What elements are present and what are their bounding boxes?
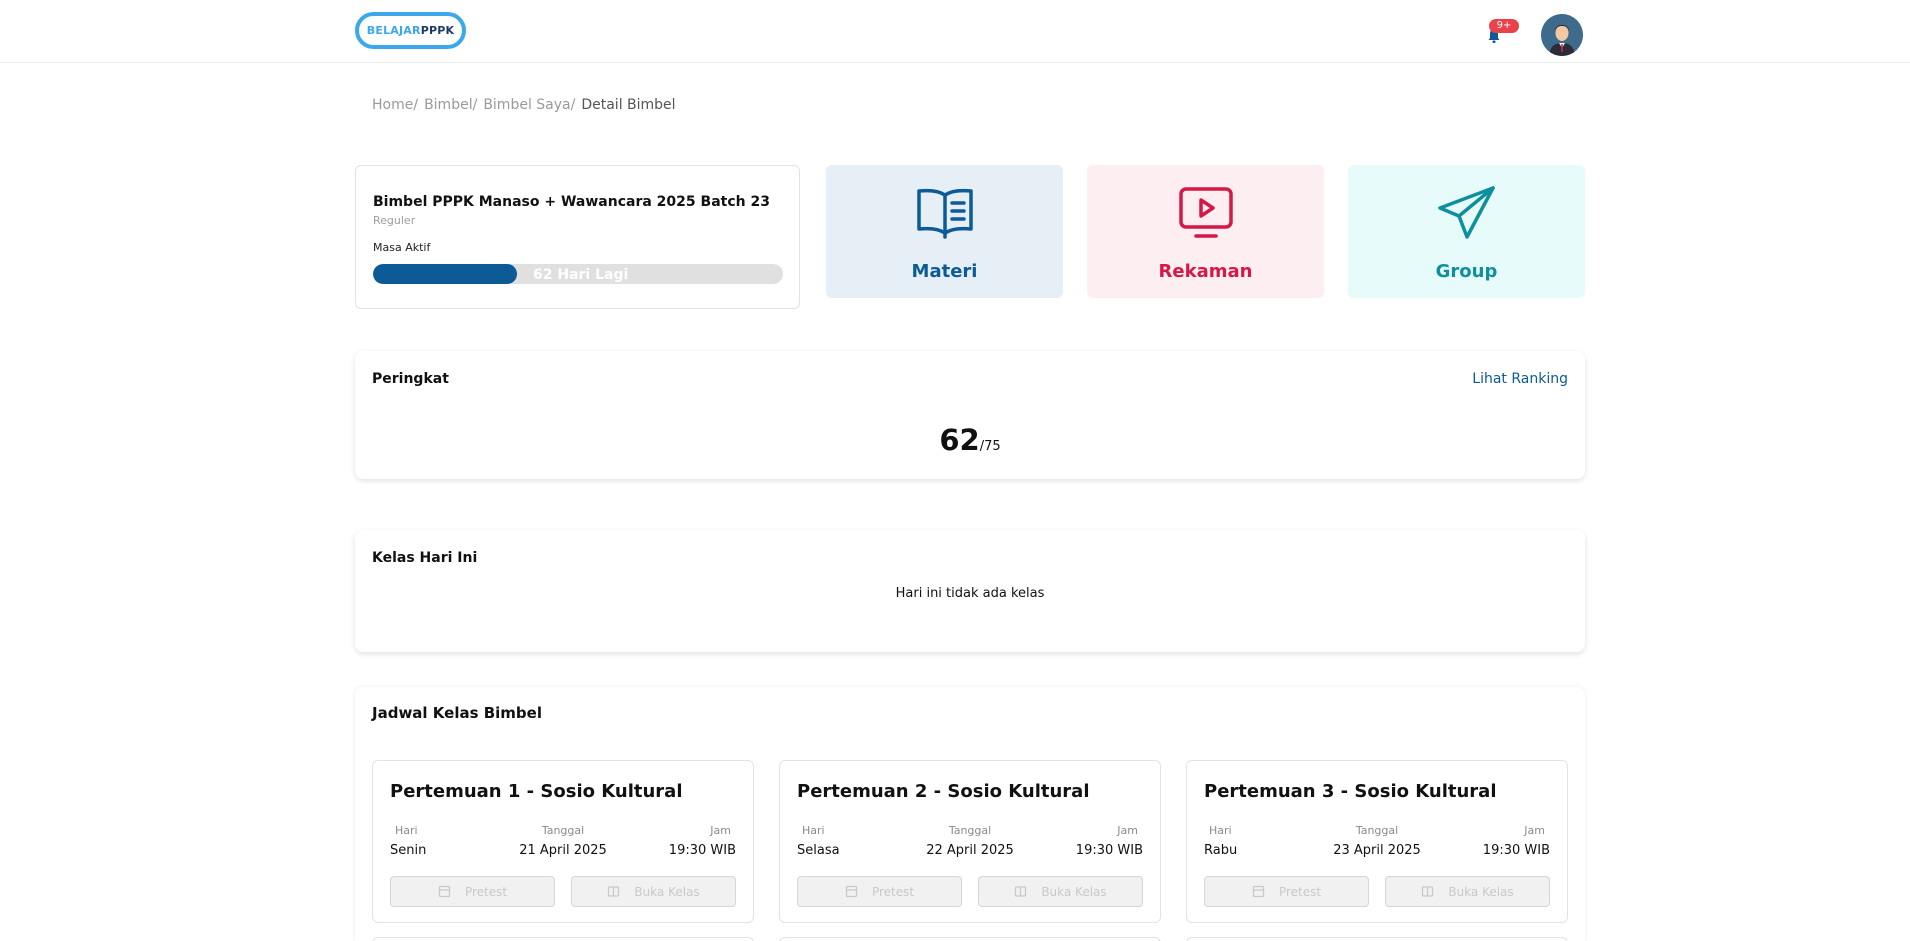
notification-badge[interactable]: 9+: [1489, 19, 1519, 33]
meeting-time: 19:30 WIB: [1482, 843, 1550, 858]
rekaman-label: Rekaman: [1158, 261, 1253, 282]
course-title: Bimbel PPPK Manaso + Wawancara 2025 Batc…: [373, 194, 770, 210]
materi-tile[interactable]: Materi: [826, 165, 1063, 298]
meeting-card-partial: [1186, 937, 1568, 941]
ranking-position: 62: [939, 423, 980, 457]
book-open-icon: [608, 886, 620, 897]
meeting-time: 19:30 WIB: [668, 843, 736, 858]
book-open-icon: [1015, 886, 1027, 897]
breadcrumb-bimbel-saya[interactable]: Bimbel Saya/: [483, 97, 575, 113]
today-class-panel: Kelas Hari Ini Hari ini tidak ada kelas: [355, 530, 1585, 652]
meeting-card: Pertemuan 3 - Sosio Kultural Hari Tangga…: [1186, 760, 1568, 923]
breadcrumb-bimbel[interactable]: Bimbel/: [424, 97, 477, 113]
materi-label: Materi: [911, 261, 978, 282]
open-class-button[interactable]: Buka Kelas: [1385, 876, 1550, 907]
progress-fill: [373, 264, 517, 284]
meeting-card-partial: [372, 937, 754, 941]
open-class-label: Buka Kelas: [634, 884, 700, 899]
clipboard-icon: [1252, 885, 1265, 898]
breadcrumb: Home/ Bimbel/ Bimbel Saya/ Detail Bimbel: [372, 97, 676, 113]
today-class-title: Kelas Hari Ini: [372, 550, 478, 566]
pretest-label: Pretest: [871, 884, 915, 899]
pretest-button[interactable]: Pretest: [797, 876, 962, 907]
time-column-label: Jam: [1117, 824, 1138, 837]
paper-plane-icon: [1437, 186, 1495, 239]
belajarpppk-logo[interactable]: BELAJAR PPPK: [355, 12, 466, 49]
book-icon: [916, 188, 973, 239]
logo-text-pppk: PPPK: [420, 24, 455, 37]
course-card: Bimbel PPPK Manaso + Wawancara 2025 Batc…: [355, 165, 800, 309]
breadcrumb-home[interactable]: Home/: [372, 97, 418, 113]
date-column-label: Tanggal: [541, 824, 585, 837]
ranking-panel: Peringkat Lihat Ranking 62/75: [355, 351, 1585, 479]
pretest-label: Pretest: [464, 884, 508, 899]
remaining-days-text: 62 Hari Lagi: [533, 267, 629, 283]
course-type: Reguler: [373, 214, 416, 227]
meeting-card: Pertemuan 2 - Sosio Kultural Hari Tangga…: [779, 760, 1161, 923]
group-label: Group: [1435, 261, 1498, 282]
active-period-label: Masa Aktif: [373, 241, 431, 254]
class-schedule-panel: Jadwal Kelas Bimbel Pertemuan 1 - Sosio …: [355, 687, 1585, 941]
rekaman-tile[interactable]: Rekaman: [1087, 165, 1324, 298]
pretest-button[interactable]: Pretest: [1204, 876, 1369, 907]
group-tile[interactable]: Group: [1348, 165, 1585, 298]
pretest-button[interactable]: Pretest: [390, 876, 555, 907]
top-header: BELAJAR PPPK 9+: [0, 0, 1910, 63]
meeting-card-partial: [779, 937, 1161, 941]
date-column-label: Tanggal: [948, 824, 992, 837]
video-monitor-icon: [1178, 187, 1233, 238]
ranking-value: 62/75: [355, 423, 1585, 457]
time-column-label: Jam: [1524, 824, 1545, 837]
book-open-icon: [1422, 886, 1434, 897]
avatar-person-icon: [1541, 14, 1583, 56]
ranking-title: Peringkat: [372, 371, 449, 387]
class-schedule-title: Jadwal Kelas Bimbel: [372, 704, 542, 722]
meeting-title: Pertemuan 3 - Sosio Kultural: [1204, 781, 1497, 802]
logo-text-belajar: BELAJAR: [366, 24, 421, 37]
meeting-time: 19:30 WIB: [1075, 843, 1143, 858]
clipboard-icon: [845, 885, 858, 898]
meeting-card: Pertemuan 1 - Sosio Kultural Hari Tangga…: [372, 760, 754, 923]
pretest-label: Pretest: [1278, 884, 1322, 899]
user-avatar[interactable]: [1541, 14, 1583, 56]
clipboard-icon: [438, 885, 451, 898]
active-period-progress: 62 Hari Lagi: [373, 264, 783, 284]
time-column-label: Jam: [710, 824, 731, 837]
open-class-button[interactable]: Buka Kelas: [571, 876, 736, 907]
breadcrumb-current: Detail Bimbel: [581, 97, 676, 113]
open-class-label: Buka Kelas: [1041, 884, 1107, 899]
open-class-label: Buka Kelas: [1448, 884, 1514, 899]
no-class-message: Hari ini tidak ada kelas: [895, 586, 1045, 601]
meeting-title: Pertemuan 1 - Sosio Kultural: [390, 781, 683, 802]
meeting-title: Pertemuan 2 - Sosio Kultural: [797, 781, 1090, 802]
open-class-button[interactable]: Buka Kelas: [978, 876, 1143, 907]
date-column-label: Tanggal: [1355, 824, 1399, 837]
see-ranking-link[interactable]: Lihat Ranking: [1472, 371, 1568, 387]
ranking-total: /75: [979, 439, 1001, 454]
